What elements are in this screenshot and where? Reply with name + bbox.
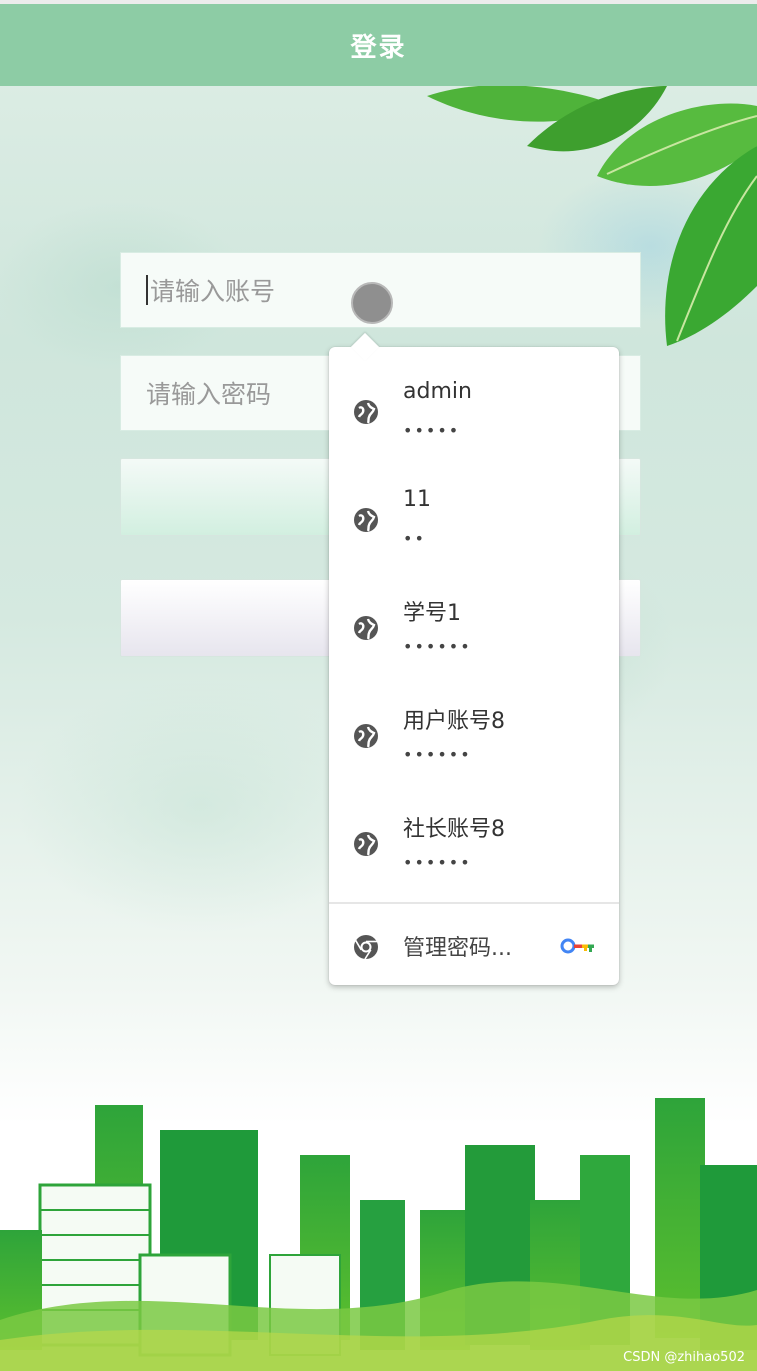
saved-username: 11 (403, 487, 431, 512)
password-autofill-dropdown: admin ••••• 11 •• 学号1 •••••• 用户账号8 •••••… (329, 332, 619, 985)
password-placeholder: 请输入密码 (146, 380, 272, 409)
watermark: CSDN @zhihao502 (623, 1350, 745, 1365)
saved-password-mask: •••••• (403, 745, 472, 764)
saved-account-item[interactable]: 社长账号8 •••••• (329, 783, 619, 891)
saved-username: admin (403, 379, 472, 404)
key-icon (560, 938, 594, 954)
globe-icon (354, 508, 378, 532)
saved-password-mask: •• (403, 529, 426, 548)
globe-icon (354, 832, 378, 856)
account-placeholder: 请输入账号 (150, 277, 276, 306)
globe-icon (354, 616, 378, 640)
text-caret (146, 275, 148, 305)
touch-cursor (351, 282, 393, 324)
chrome-icon (354, 935, 378, 960)
saved-account-item[interactable]: 11 •• (329, 459, 619, 567)
saved-account-item[interactable]: 学号1 •••••• (329, 567, 619, 675)
saved-username: 社长账号8 (403, 817, 505, 842)
manage-passwords-item[interactable]: 管理密码... (329, 904, 619, 985)
saved-username: 学号1 (403, 601, 461, 626)
saved-username: 用户账号8 (403, 709, 505, 734)
globe-icon (354, 400, 378, 424)
page-title: 登录 (350, 32, 407, 63)
globe-icon (354, 724, 378, 748)
saved-account-item[interactable]: 用户账号8 •••••• (329, 675, 619, 783)
manage-passwords-label: 管理密码... (403, 936, 512, 961)
saved-password-mask: ••••• (403, 421, 461, 440)
header-bar: 登录 (0, 0, 757, 86)
city-skyline-decoration (0, 1098, 757, 1371)
saved-password-mask: •••••• (403, 853, 472, 872)
saved-account-item[interactable]: admin ••••• (329, 351, 619, 459)
saved-password-mask: •••••• (403, 637, 472, 656)
